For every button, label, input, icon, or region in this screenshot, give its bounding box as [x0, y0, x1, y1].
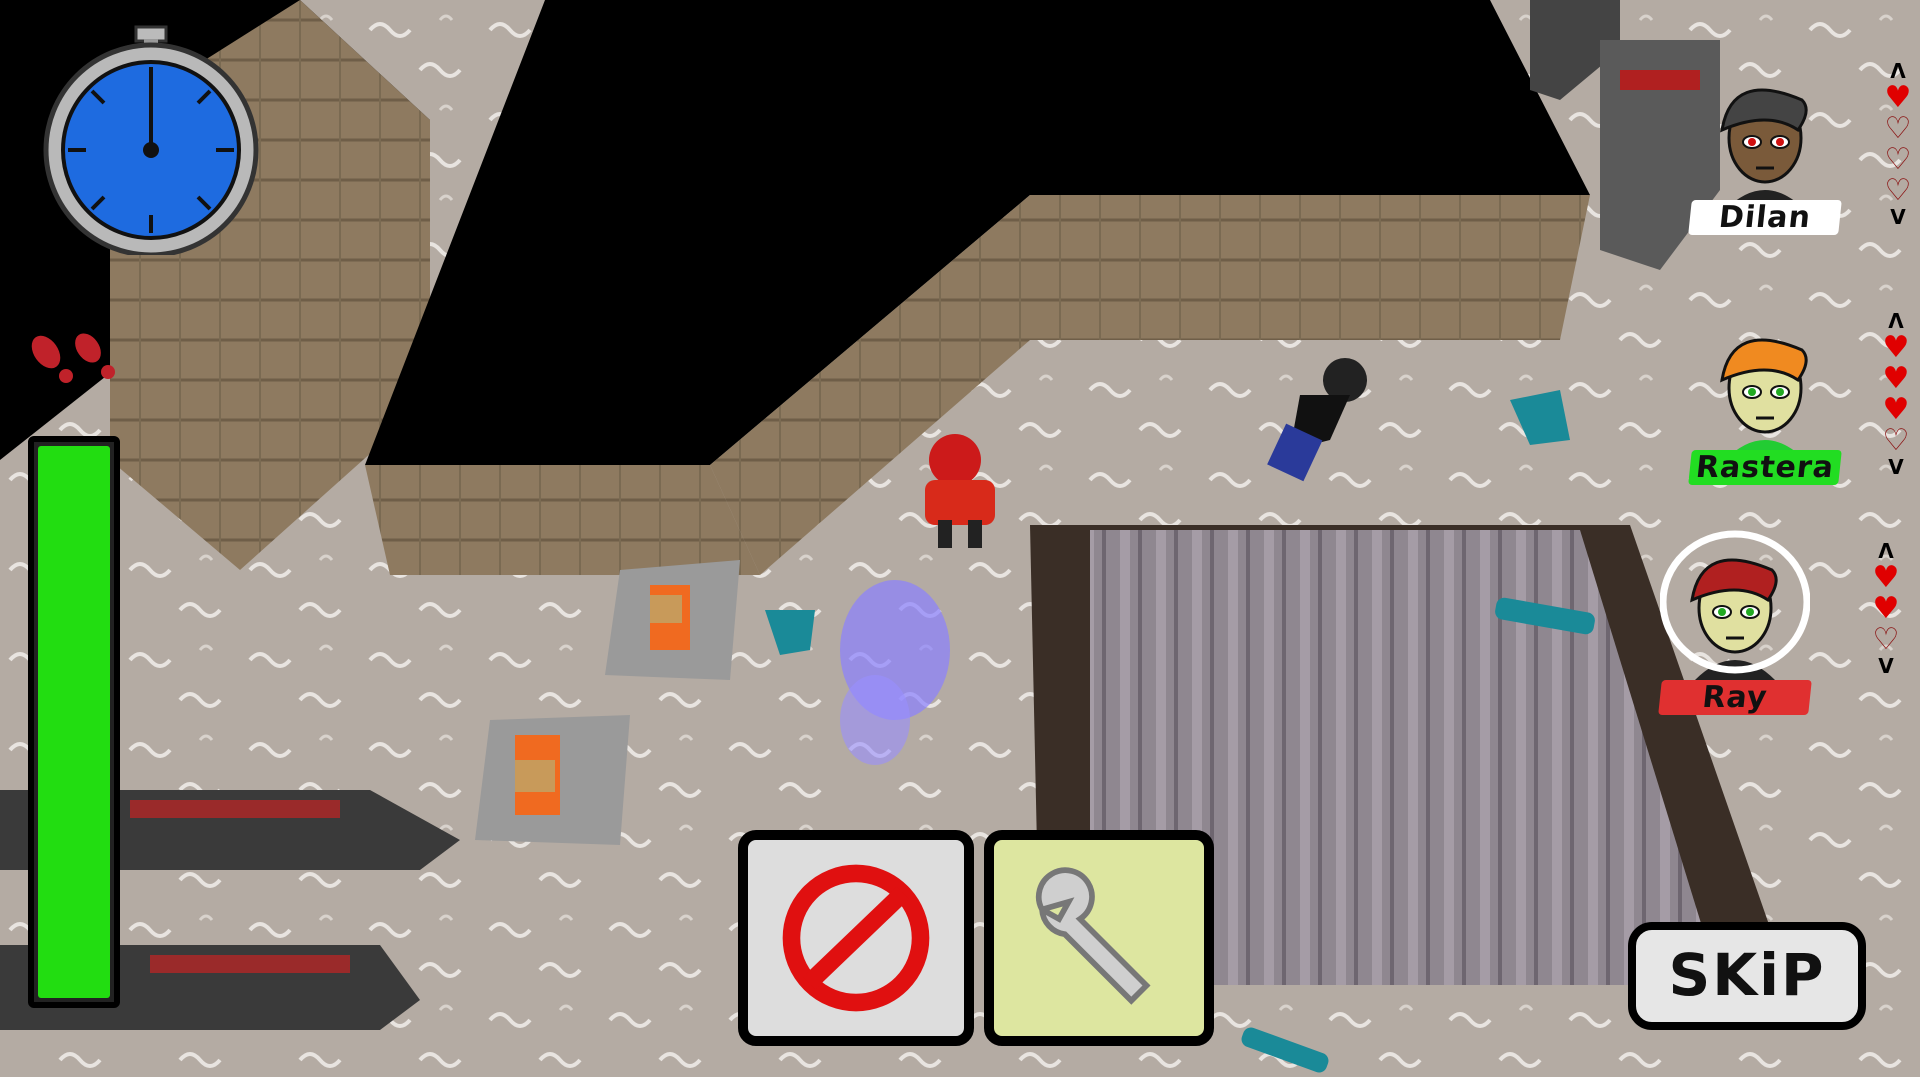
character-name: Ray	[1658, 680, 1812, 715]
wrench-icon	[1035, 867, 1151, 1005]
portrait-rastera[interactable]: Rastera	[1688, 310, 1842, 485]
crate	[515, 760, 555, 792]
heart-full-icon: ♥	[1872, 591, 1900, 626]
heart-full-icon: ♥	[1872, 560, 1900, 595]
heart-empty-icon: ♡	[1884, 111, 1912, 146]
stopwatch-icon	[43, 25, 259, 255]
avatar	[1720, 338, 1808, 460]
console-light	[130, 800, 340, 818]
heart-full-icon: ♥	[1882, 361, 1910, 396]
character-name: Dilan	[1688, 200, 1842, 235]
hearts-down-arrow: V	[1888, 455, 1904, 479]
smoke-cloud	[840, 675, 910, 765]
avatar	[1720, 88, 1808, 210]
footprints-icon	[31, 333, 115, 383]
wall-front	[365, 465, 760, 575]
health-hearts: Λ ♥ ♡ ♡ ♡ V	[1880, 60, 1916, 228]
portrait-dilan[interactable]: Dilan	[1688, 60, 1842, 235]
skip-button[interactable]: SKiP	[1628, 922, 1866, 1030]
heart-full-icon: ♥	[1882, 392, 1910, 427]
hearts-up-arrow: Λ	[1890, 59, 1906, 83]
character-name: Rastera	[1688, 450, 1842, 485]
hearts-down-arrow: V	[1878, 654, 1894, 678]
heart-full-icon: ♥	[1882, 330, 1910, 365]
health-hearts: Λ ♥ ♥ ♥ ♡ V	[1878, 310, 1914, 478]
heart-empty-icon: ♡	[1884, 173, 1912, 208]
repair-button[interactable]	[984, 830, 1214, 1046]
hearts-down-arrow: V	[1890, 205, 1906, 229]
prohibited-icon	[782, 864, 930, 1012]
health-hearts: Λ ♥ ♥ ♡ V	[1868, 540, 1904, 677]
console-light	[150, 955, 350, 973]
cancel-button[interactable]	[738, 830, 974, 1046]
avatar	[1660, 530, 1810, 680]
heart-empty-icon: ♡	[1882, 423, 1910, 458]
crate	[650, 595, 682, 623]
wall-back	[1030, 195, 1590, 340]
stamina-fill	[38, 446, 110, 998]
stamina-bar	[28, 436, 120, 1008]
hearts-up-arrow: Λ	[1878, 539, 1894, 563]
heart-empty-icon: ♡	[1872, 622, 1900, 657]
hearts-up-arrow: Λ	[1888, 309, 1904, 333]
portrait-ray[interactable]: Ray	[1658, 530, 1812, 715]
cabinet-light	[1620, 70, 1700, 90]
heart-empty-icon: ♡	[1884, 142, 1912, 177]
heart-full-icon: ♥	[1884, 80, 1912, 115]
